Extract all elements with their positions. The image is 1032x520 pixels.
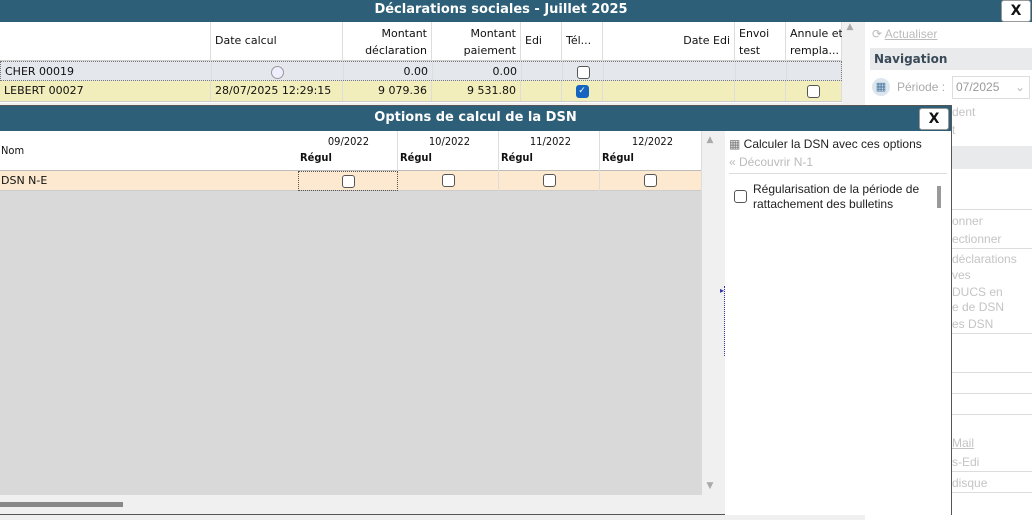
period-sub: Régul: [400, 151, 432, 164]
grid-horizontal-scrollbar-thumb[interactable]: [0, 502, 123, 507]
sidebar-item-declarations-2: ves: [952, 268, 971, 282]
sidebar-item-disque[interactable]: disque: [952, 476, 987, 490]
row-montant-paiement: 9 531.80: [432, 81, 521, 101]
row-montant-paiement: 0.00: [433, 62, 522, 80]
regul-checkbox[interactable]: [341, 174, 355, 188]
regul-checkbox[interactable]: [441, 173, 455, 187]
period-month: 10/2022: [428, 135, 470, 148]
options-grid: Nom 09/2022 Régul 10/2022 Régul 11/2022 Régul…: [0, 131, 702, 495]
tel-checkbox[interactable]: ✓: [575, 84, 589, 98]
regul-cell[interactable]: [600, 171, 702, 191]
sidebar-item-declarations[interactable]: déclarations: [952, 252, 1017, 266]
regularisation-checkbox[interactable]: [734, 189, 747, 204]
col-montant-declaration[interactable]: Montant déclaration: [343, 22, 432, 61]
tel-checkbox[interactable]: [576, 65, 590, 79]
col-tel[interactable]: Tél...: [562, 22, 603, 61]
regul-checkbox[interactable]: [542, 173, 556, 187]
table-row[interactable]: CHER 00019 0.00 0.00: [0, 61, 843, 81]
dialog-title: Options de calcul de la DSN: [374, 110, 577, 125]
discover-button[interactable]: « Découvrir N-1: [729, 155, 813, 169]
main-close-button[interactable]: X: [1001, 0, 1031, 22]
regul-cell[interactable]: [298, 171, 398, 191]
col-edi[interactable]: Edi: [521, 22, 562, 61]
options-panel: ▦ Calculer la DSN avec ces options « Déc…: [725, 131, 951, 515]
main-vertical-scrollbar[interactable]: ▲: [842, 22, 858, 103]
col-nom[interactable]: Nom: [1, 144, 24, 157]
col-envoi-test[interactable]: Envoi test: [735, 22, 786, 61]
col-period[interactable]: 10/2022 Régul: [398, 131, 499, 171]
row-name: CHER 00019: [1, 62, 212, 80]
regul-cell[interactable]: [499, 171, 600, 191]
sidebar-item-mail[interactable]: Mail: [952, 436, 974, 450]
grid-header: Nom 09/2022 Régul 10/2022 Régul 11/2022 Régul…: [0, 131, 702, 171]
main-title-bar: Déclarations sociales - Juillet 2025: [0, 0, 1032, 22]
annule-checkbox[interactable]: [807, 84, 820, 98]
refresh-button[interactable]: ⟳ Actualiser: [872, 27, 937, 41]
row-date-calcul: 28/07/2025 12:29:15: [211, 81, 343, 101]
period-sub: Régul: [602, 151, 634, 164]
double-chevron-left-icon: «: [729, 155, 740, 169]
dialog-close-button[interactable]: X: [919, 108, 949, 130]
clock-icon[interactable]: [212, 62, 344, 80]
sidebar-item-dsn[interactable]: es DSN: [952, 317, 993, 331]
row-name: DSN N-E: [1, 174, 48, 187]
col-date-edi[interactable]: Date Edi: [603, 22, 735, 61]
period-month: 11/2022: [529, 135, 571, 148]
periode-select[interactable]: 07/2025 ⌄: [952, 76, 1030, 99]
regul-cell[interactable]: [398, 171, 499, 191]
declarations-table: Date calcul Montant déclaration Montant …: [0, 22, 843, 103]
dialog-title-bar: Options de calcul de la DSN: [0, 106, 951, 131]
period-month: 12/2022: [631, 135, 673, 148]
table-header: Date calcul Montant déclaration Montant …: [0, 22, 843, 61]
col-period[interactable]: 09/2022 Régul: [298, 131, 398, 171]
sidebar-item-edi[interactable]: s-Edi: [952, 455, 979, 469]
main-title: Déclarations sociales - Juillet 2025: [374, 2, 628, 17]
calculator-icon: ▦: [729, 137, 744, 151]
period-sub: Régul: [501, 151, 533, 164]
grid-vertical-scrollbar[interactable]: ▲ ▼: [702, 131, 718, 495]
refresh-icon: ⟳: [872, 27, 885, 41]
periode-label: Période :: [897, 80, 946, 94]
row-montant-declaration: 9 079.36: [343, 81, 432, 101]
calendar-icon: ▦: [872, 78, 890, 96]
col-annule[interactable]: Annule et rempla...: [786, 22, 843, 61]
chevron-down-icon: ⌄: [1014, 80, 1025, 94]
row-name: LEBERT 00027: [0, 81, 211, 101]
sidebar-item-precedent[interactable]: dent: [952, 105, 975, 119]
sidebar-item-deselectionner[interactable]: ectionner: [952, 232, 1001, 246]
sidebar-item-ducs-2: e de DSN: [952, 300, 1005, 314]
sidebar-item-suivant[interactable]: t: [952, 123, 955, 137]
col-montant-paiement[interactable]: Montant paiement: [432, 22, 521, 61]
calculate-button[interactable]: ▦ Calculer la DSN avec ces options: [729, 137, 922, 151]
row-montant-declaration: 0.00: [344, 62, 433, 80]
navigation-header: Navigation: [870, 48, 1032, 70]
period-sub: Régul: [300, 151, 332, 164]
dsn-options-dialog: Options de calcul de la DSN X Nom 09/202…: [0, 105, 952, 515]
regularisation-label[interactable]: Régularisation de la période de rattache…: [753, 182, 933, 212]
regul-checkbox[interactable]: [644, 173, 657, 187]
table-row[interactable]: LEBERT 00027 28/07/2025 12:29:15 9 079.3…: [0, 81, 842, 102]
sidebar-item-selectionner[interactable]: onner: [952, 214, 983, 228]
col-period[interactable]: 12/2022 Régul: [600, 131, 702, 171]
sidebar-item-ducs[interactable]: DUCS en: [952, 285, 1003, 299]
period-month: 09/2022: [327, 135, 369, 148]
grid-row[interactable]: DSN N-E: [0, 171, 702, 191]
col-period[interactable]: 11/2022 Régul: [499, 131, 600, 171]
col-date-calcul[interactable]: Date calcul: [211, 22, 343, 61]
options-scrollbar-thumb[interactable]: [937, 186, 941, 208]
